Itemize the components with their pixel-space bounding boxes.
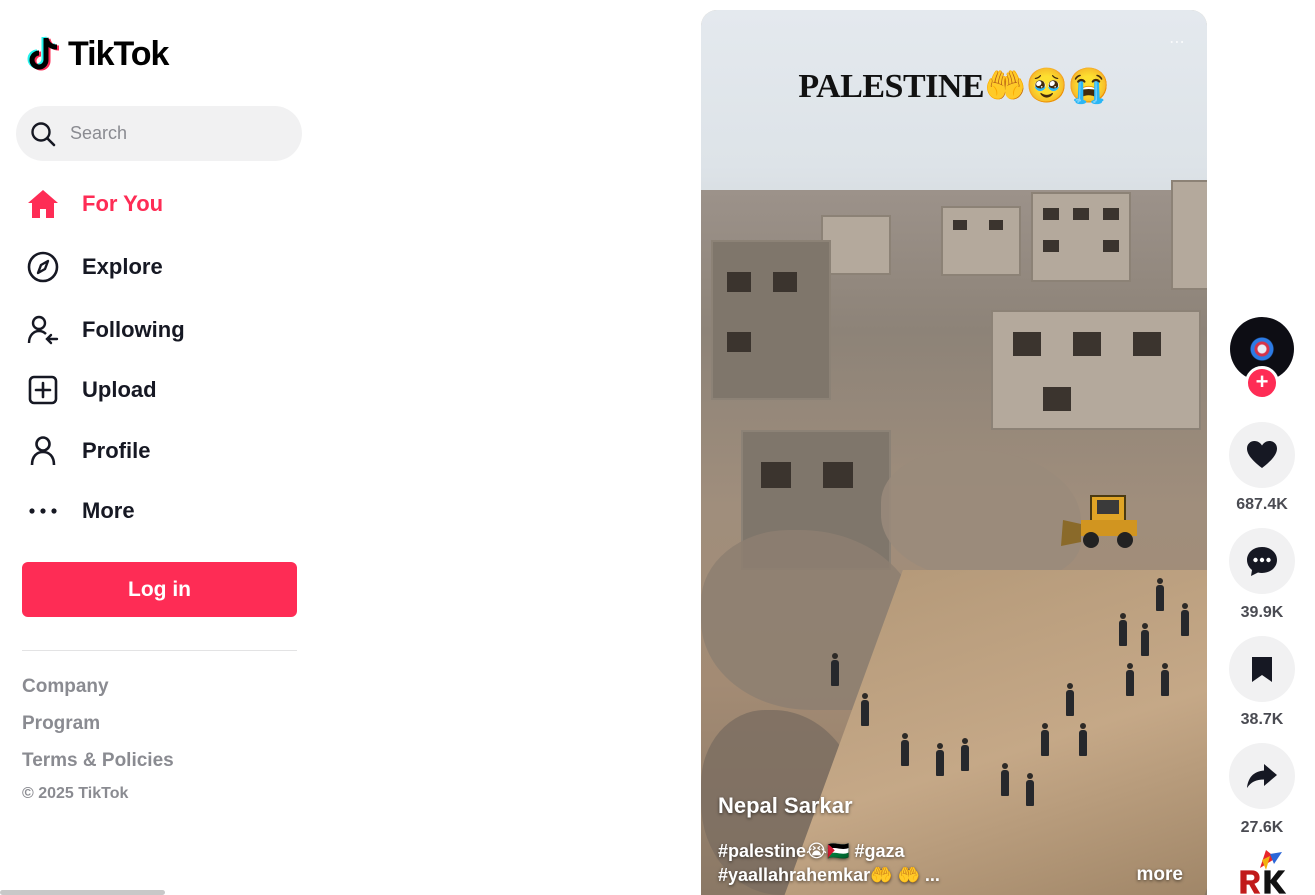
like-button[interactable] [1229, 422, 1295, 488]
building [1171, 180, 1207, 290]
nav-item-upload[interactable]: Upload [26, 370, 157, 410]
nav-label: Following [82, 317, 185, 342]
bulldozer [1061, 495, 1137, 548]
save-count: 38.7K [1240, 711, 1284, 728]
video-caption-line-1[interactable]: #palestine😭🇵🇸 #gaza [718, 841, 905, 862]
save-button[interactable] [1229, 636, 1295, 702]
divider [22, 650, 297, 651]
video-caption-line-2[interactable]: #yaallahrahemkar🤲 🤲 ... [718, 865, 940, 886]
person [1141, 623, 1149, 656]
person [861, 693, 869, 726]
nav-item-more[interactable]: More [26, 491, 135, 531]
nav-label: Explore [82, 254, 163, 279]
nav-item-profile[interactable]: Profile [26, 431, 150, 471]
nav-item-explore[interactable]: Explore [26, 247, 163, 287]
person [1066, 683, 1074, 716]
tiktok-note-icon [27, 36, 60, 71]
caption-more-button[interactable]: more [1137, 864, 1183, 886]
person [831, 653, 839, 686]
person [1126, 663, 1134, 696]
footer-link-terms[interactable]: Terms & Policies [22, 750, 174, 772]
person [1161, 663, 1169, 696]
following-icon [26, 312, 62, 348]
video-overlay-title: PALESTINE🤲🥹😭 [798, 68, 1110, 105]
upload-icon [26, 372, 62, 408]
building [1031, 192, 1131, 282]
nav-item-for-you[interactable]: For You [26, 184, 163, 224]
share-icon [1247, 764, 1277, 788]
person [936, 743, 944, 776]
sidebar: TikTok For You Explore Following [0, 0, 320, 895]
person [1026, 773, 1034, 806]
copyright: © 2025 TikTok [22, 785, 129, 802]
footer-link-program[interactable]: Program [22, 713, 100, 735]
nav-label: More [82, 498, 135, 523]
person [1079, 723, 1087, 756]
video-options-button[interactable]: ⋯ [1169, 32, 1187, 52]
logo-text: TikTok [68, 34, 169, 73]
person [1181, 603, 1189, 636]
person [1041, 723, 1049, 756]
search-bar[interactable] [16, 106, 302, 161]
nav-label: Upload [82, 377, 157, 402]
follow-button[interactable]: + [1245, 366, 1279, 400]
comment-count: 39.9K [1240, 604, 1284, 621]
tiktok-logo[interactable]: TikTok [26, 34, 169, 74]
nav-label: Profile [82, 438, 151, 463]
search-icon [31, 121, 56, 146]
footer-link-company[interactable]: Company [22, 676, 109, 698]
person [1001, 763, 1009, 796]
share-button[interactable] [1229, 743, 1295, 809]
building [991, 310, 1201, 430]
person [1119, 613, 1127, 646]
person [901, 733, 909, 766]
horizontal-scrollbar[interactable] [0, 890, 165, 895]
bookmark-icon [1252, 657, 1272, 682]
building [941, 206, 1021, 276]
comment-icon [1247, 547, 1277, 576]
video-author[interactable]: Nepal Sarkar [718, 793, 853, 819]
profile-icon [26, 433, 62, 469]
comment-button[interactable] [1229, 528, 1295, 594]
login-button[interactable]: Log in [22, 562, 297, 617]
person [1156, 578, 1164, 611]
nav-label: For You [82, 191, 164, 216]
building [821, 215, 891, 275]
person [961, 738, 969, 771]
rk-channel-logo-icon[interactable] [1236, 848, 1290, 895]
more-dots-icon [26, 493, 62, 529]
like-count: 687.4K [1236, 496, 1288, 513]
nav-item-following[interactable]: Following [26, 310, 185, 350]
home-icon [26, 186, 62, 222]
building [711, 240, 831, 400]
compass-icon [26, 249, 62, 285]
video-player[interactable]: PALESTINE🤲🥹😭 ⋯ Nepal Sarkar #palestine😭🇵… [701, 10, 1207, 895]
heart-icon [1247, 441, 1277, 468]
search-input[interactable] [70, 123, 270, 144]
share-count: 27.6K [1240, 819, 1284, 836]
